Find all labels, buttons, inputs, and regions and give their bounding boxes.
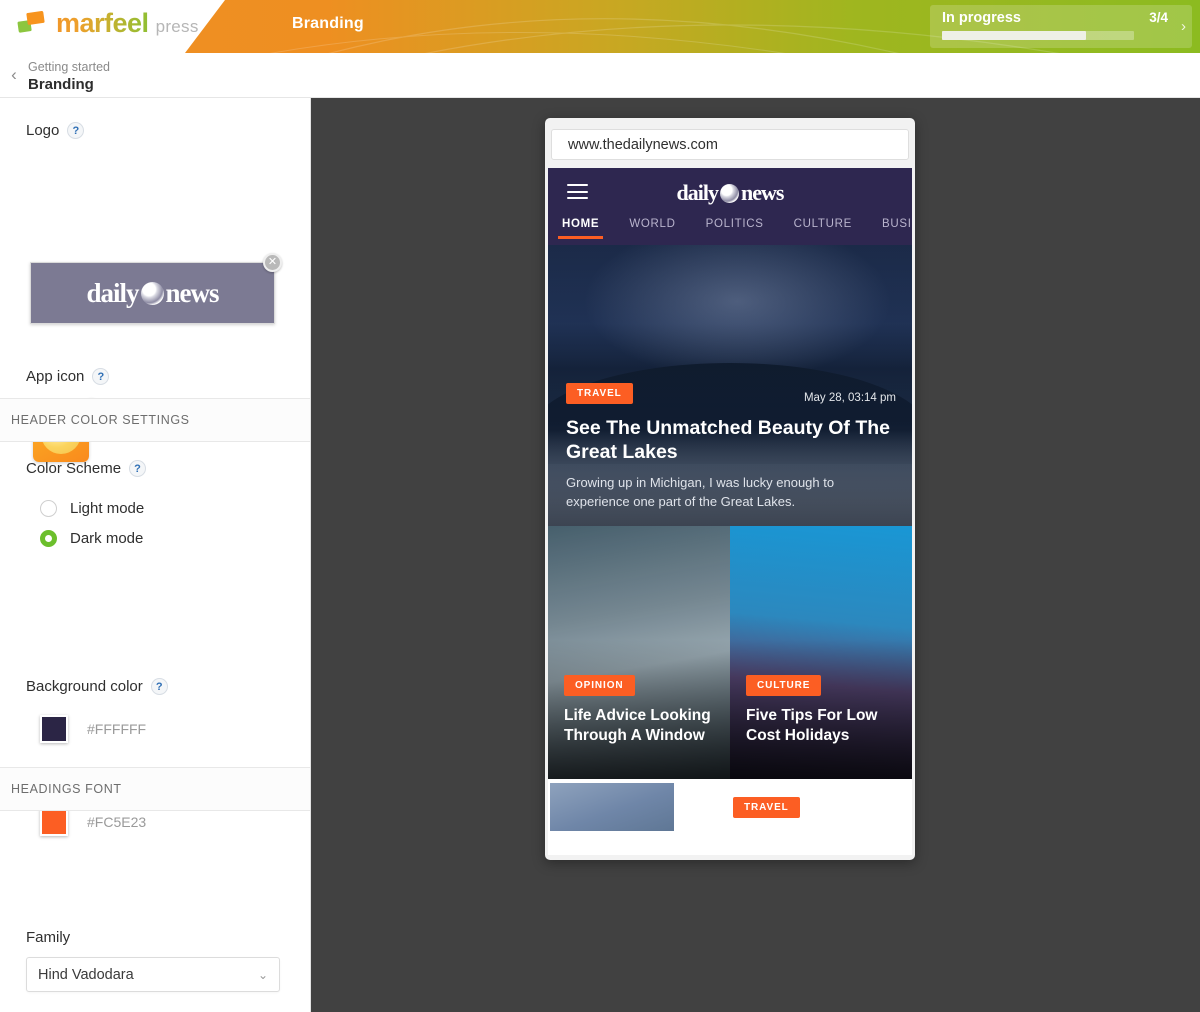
- app-icon-label-text: App icon: [26, 368, 85, 385]
- article-card[interactable]: CULTURE Five Tips For Low Cost Holidays: [730, 526, 912, 779]
- teaser-category-badge[interactable]: TRAVEL: [733, 796, 800, 818]
- hero-timestamp: May 28, 03:14 pm: [803, 391, 896, 404]
- radio-button-selected-icon[interactable]: [40, 530, 57, 547]
- article-card-list: OPINION Life Advice Looking Through A Wi…: [548, 526, 912, 779]
- app-icon-field-label: App icon ?: [26, 368, 110, 385]
- radio-dark-mode[interactable]: Dark mode: [40, 530, 143, 547]
- accent-color-swatch[interactable]: [40, 808, 68, 836]
- accent-color-row: #FC5E23: [40, 808, 146, 836]
- hero-category-badge[interactable]: TRAVEL: [566, 382, 633, 404]
- teaser-thumbnail: [550, 783, 674, 831]
- card-category-badge[interactable]: OPINION: [564, 675, 635, 697]
- background-color-hex: #FFFFFF: [87, 721, 147, 737]
- accent-color-hex: #FC5E23: [87, 814, 147, 830]
- article-card[interactable]: OPINION Life Advice Looking Through A Wi…: [548, 526, 730, 779]
- hero-content: TRAVEL May 28, 03:14 pm See The Unmatche…: [566, 382, 896, 512]
- logo-wordmark: daily news: [86, 277, 220, 309]
- site-nav: HOME WORLD POLITICS CULTURE BUSINE: [548, 216, 912, 245]
- font-family-label: Family: [26, 929, 71, 946]
- progress-bar-fill: [942, 31, 1086, 40]
- breadcrumb-parent[interactable]: Getting started: [28, 60, 110, 74]
- globe-icon: [140, 281, 164, 305]
- page-title: Branding: [28, 76, 94, 93]
- nav-item-world[interactable]: WORLD: [625, 216, 679, 230]
- header-color-section-title: HEADER COLOR SETTINGS: [11, 413, 190, 427]
- teaser-article[interactable]: TRAVEL: [548, 779, 912, 835]
- radio-light-mode-label: Light mode: [70, 500, 145, 517]
- logo-preview[interactable]: daily news: [30, 262, 275, 324]
- site-logo-right: news: [741, 180, 784, 205]
- marfeel-press-label: press: [155, 16, 199, 36]
- headings-font-section-header: HEADINGS FONT: [0, 767, 310, 811]
- headings-font-section-title: HEADINGS FONT: [11, 782, 122, 796]
- top-bar: Branding marfeel press In progress 3/4 ›: [0, 0, 1200, 53]
- nav-item-politics[interactable]: POLITICS: [702, 216, 768, 230]
- remove-logo-icon[interactable]: ✕: [263, 253, 282, 272]
- chevron-down-icon[interactable]: ⌄: [258, 968, 268, 982]
- radio-dark-mode-label: Dark mode: [70, 530, 144, 547]
- phone-preview: www.thedailynews.com daily news HOME WOR…: [545, 118, 915, 860]
- logo-label-text: Logo: [26, 122, 60, 139]
- card-category-badge[interactable]: CULTURE: [746, 675, 822, 697]
- hero-meta-row: TRAVEL May 28, 03:14 pm: [566, 382, 896, 404]
- marfeel-wordmark: marfeel: [56, 7, 149, 38]
- hero-title[interactable]: See The Unmatched Beauty Of The Great La…: [566, 416, 896, 464]
- nav-item-culture[interactable]: CULTURE: [790, 216, 856, 230]
- hero-excerpt: Growing up in Michigan, I was lucky enou…: [566, 475, 835, 510]
- header-color-section-header: HEADER COLOR SETTINGS: [0, 398, 310, 442]
- back-chevron-icon[interactable]: ‹: [5, 65, 23, 85]
- marfeel-logo[interactable]: marfeel press: [17, 9, 199, 37]
- radio-light-mode[interactable]: Light mode: [40, 500, 144, 517]
- chevron-right-icon[interactable]: ›: [1181, 18, 1186, 35]
- help-icon[interactable]: ?: [92, 368, 110, 385]
- background-color-swatch[interactable]: [40, 715, 68, 743]
- card-title[interactable]: Life Advice Looking Through A Window: [564, 706, 718, 745]
- hero-article[interactable]: TRAVEL May 28, 03:14 pm See The Unmatche…: [548, 245, 912, 526]
- color-scheme-label-text: Color Scheme: [26, 460, 122, 477]
- site-logo[interactable]: daily news: [548, 180, 912, 206]
- preview-url-text: www.thedailynews.com: [568, 136, 718, 153]
- breadcrumb: ‹ Getting started Branding: [0, 53, 1200, 98]
- card-title[interactable]: Five Tips For Low Cost Holidays: [746, 706, 900, 745]
- background-color-label-text: Background color: [26, 678, 143, 695]
- preview-url-bar[interactable]: www.thedailynews.com: [551, 129, 909, 160]
- logo-wordmark-right: news: [165, 277, 220, 308]
- font-family-select[interactable]: Hind Vadodara ⌄: [26, 957, 280, 992]
- help-icon[interactable]: ?: [67, 122, 85, 139]
- color-scheme-field-label: Color Scheme ?: [26, 460, 147, 477]
- logo-wordmark-left: daily: [86, 277, 139, 308]
- help-icon[interactable]: ?: [150, 678, 168, 695]
- card-content: OPINION Life Advice Looking Through A Wi…: [564, 675, 718, 745]
- nav-item-business[interactable]: BUSINE: [878, 216, 912, 230]
- logo-field-label: Logo ?: [26, 122, 85, 139]
- progress-count: 3/4: [1149, 10, 1168, 25]
- site-logo-left: daily: [676, 180, 719, 205]
- progress-chip[interactable]: In progress 3/4 ›: [930, 5, 1192, 48]
- marfeel-mark-icon: [17, 9, 49, 37]
- branding-settings-page: Branding marfeel press In progress 3/4 ›: [0, 0, 1200, 1012]
- background-color-row: #FFFFFF: [40, 715, 146, 743]
- radio-button-icon[interactable]: [40, 500, 57, 517]
- nav-item-home[interactable]: HOME: [558, 216, 604, 239]
- site-logo-wordmark: daily news: [676, 180, 785, 206]
- banner-title: Branding: [292, 15, 364, 32]
- font-family-value: Hind Vadodara: [38, 966, 134, 983]
- progress-status-label: In progress: [942, 10, 1021, 26]
- settings-sidebar: Logo ? daily news ✕ App icon ? ✕ HEADER …: [0, 98, 311, 1012]
- site-header: daily news: [548, 168, 912, 216]
- globe-icon: [720, 183, 739, 203]
- progress-header: In progress 3/4: [942, 10, 1182, 26]
- background-color-field-label: Background color ?: [26, 678, 168, 695]
- card-content: CULTURE Five Tips For Low Cost Holidays: [746, 675, 900, 745]
- preview-stage: www.thedailynews.com daily news HOME WOR…: [311, 98, 1200, 1012]
- progress-bar-track: [942, 31, 1134, 40]
- help-icon[interactable]: ?: [129, 460, 147, 477]
- preview-viewport: daily news HOME WORLD POLITICS CULTURE B…: [548, 168, 912, 855]
